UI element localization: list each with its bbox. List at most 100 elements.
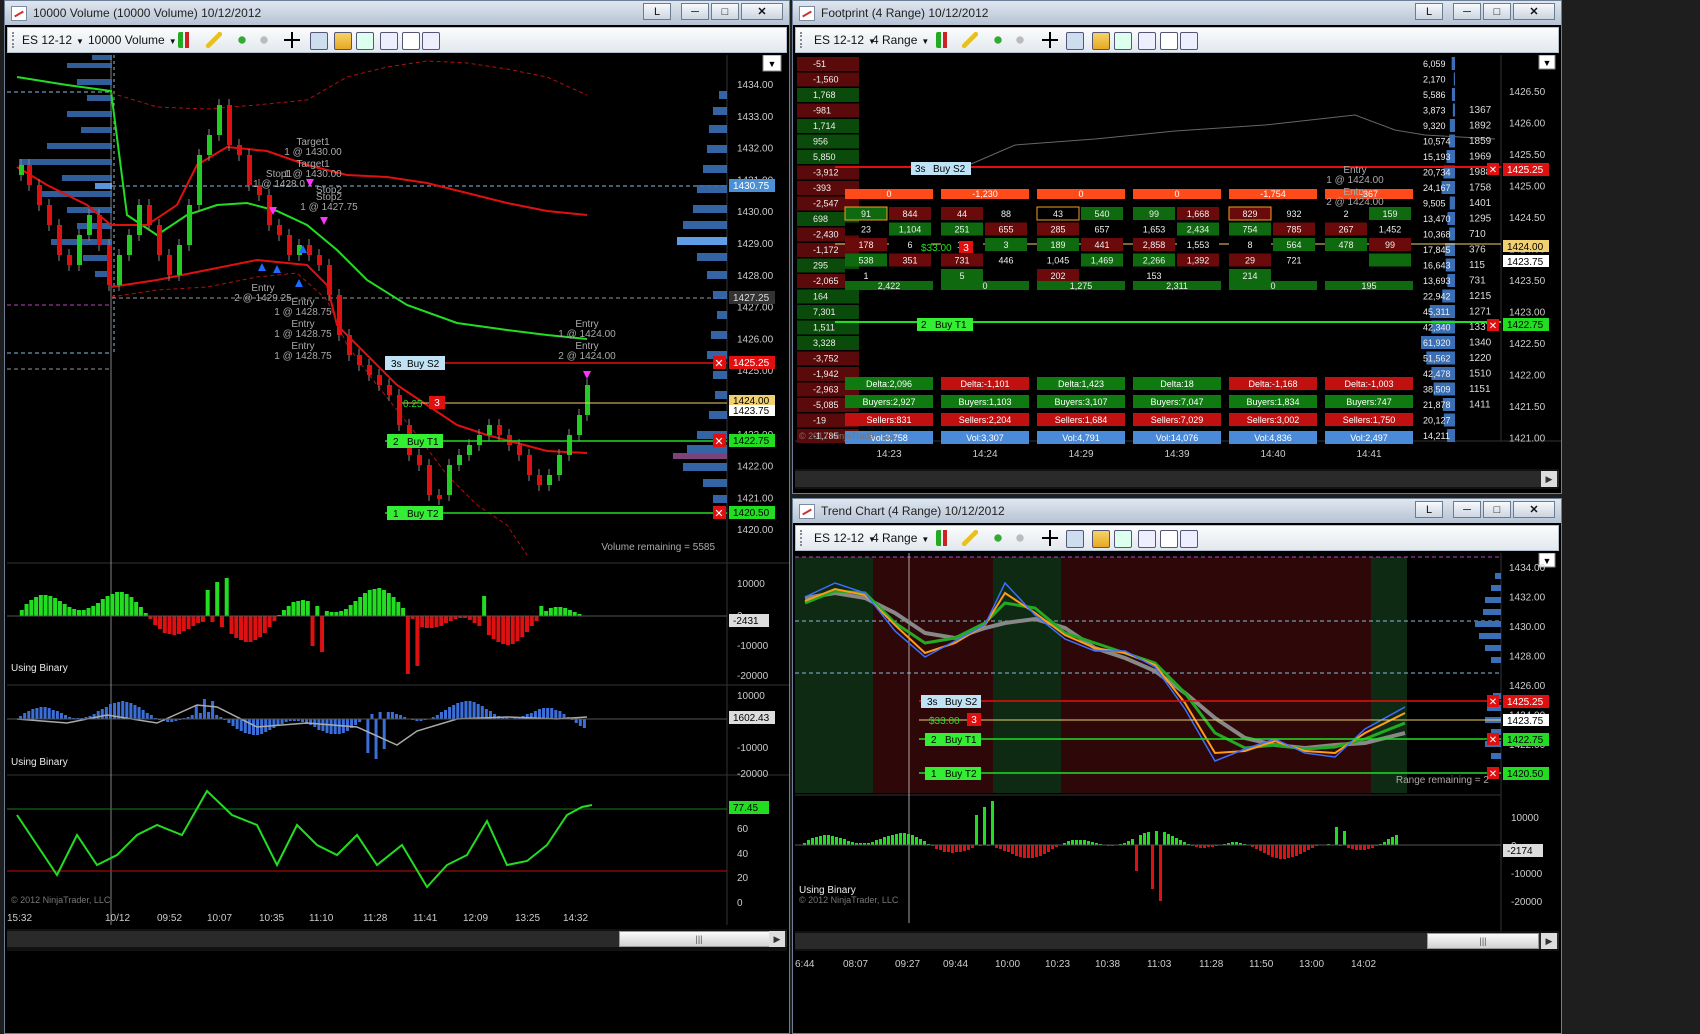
volume-chart-plot[interactable]: ▼ 3s Buy S2 0.25 3 2 Buy T1 1 Buy T2 ✕ ✕…	[7, 55, 789, 1005]
order-buy-t1[interactable]: 2 Buy T1	[925, 733, 981, 746]
close-button[interactable]: ✕	[1513, 3, 1555, 20]
bar-type-icon[interactable]	[936, 530, 952, 546]
volume-value: 1411	[1469, 400, 1491, 411]
crosshair-icon[interactable]	[1042, 32, 1058, 48]
minimize-button[interactable]: ─	[1453, 501, 1481, 518]
bar-type-icon[interactable]	[936, 32, 952, 48]
eraser-icon[interactable]	[256, 32, 272, 48]
link-button[interactable]: L	[643, 3, 671, 20]
drawing-tool-icon[interactable]	[990, 32, 1006, 48]
cancel-order-icon[interactable]: ✕	[713, 356, 726, 370]
title-bar[interactable]: Footprint (4 Range) 10/12/2012 L ─ □ ✕	[793, 1, 1561, 25]
title-bar[interactable]: 10000 Volume (10000 Volume) 10/12/2012 L…	[5, 1, 789, 25]
strategies-icon[interactable]	[380, 32, 398, 50]
period-selector[interactable]: 10000 Volume ▼	[88, 33, 177, 47]
volume-value: 61,920	[1423, 338, 1451, 348]
close-button[interactable]: ✕	[1513, 501, 1555, 518]
volume-chart-window[interactable]: 10000 Volume (10000 Volume) 10/12/2012 L…	[4, 0, 790, 1034]
minimize-button[interactable]: ─	[681, 3, 709, 20]
link-button[interactable]: L	[1415, 3, 1443, 20]
position-marker[interactable]: $33.00 3	[921, 241, 973, 254]
price-axis[interactable]: 1434.001433.001432.001431.001430.001429.…	[737, 80, 774, 536]
eraser-icon[interactable]	[1012, 32, 1028, 48]
copyright: © 2012 NinjaTrader, LLC	[799, 431, 899, 441]
cancel-order-icon[interactable]: ✕	[1487, 733, 1499, 746]
pencil-icon[interactable]	[206, 32, 222, 48]
trend-chart-window[interactable]: Trend Chart (4 Range) 10/12/2012 L ─ □ ✕…	[792, 498, 1562, 1034]
position-marker[interactable]: $33.00 3	[929, 713, 981, 727]
time-axis[interactable]: 6:44 08:07 09:27 09:44 10:00 10:23 10:38 11:03 1…	[795, 959, 1376, 970]
period-selector[interactable]: 4 Range ▼	[872, 531, 929, 545]
zoom-icon[interactable]	[310, 32, 328, 50]
toolbar-grip[interactable]	[12, 32, 17, 48]
cancel-order-icon[interactable]: ✕	[713, 434, 726, 448]
indicators-icon[interactable]	[356, 32, 374, 50]
time-axis[interactable]: 15:32 10/12 09:52 10:07 10:35 11:10 11:28 11:41…	[7, 913, 588, 924]
cancel-order-icon[interactable]: ✕	[713, 506, 726, 520]
pencil-icon[interactable]	[962, 530, 978, 546]
zoom-icon[interactable]	[1066, 530, 1084, 548]
link-button[interactable]: L	[1415, 501, 1443, 518]
maximize-button[interactable]: □	[1483, 501, 1511, 518]
candle-body	[237, 145, 242, 155]
title-bar[interactable]: Trend Chart (4 Range) 10/12/2012 L ─ □ ✕	[793, 499, 1561, 523]
minimize-button[interactable]: ─	[1453, 3, 1481, 20]
properties-icon[interactable]	[1092, 32, 1110, 50]
footprint-chart-window[interactable]: Footprint (4 Range) 10/12/2012 L ─ □ ✕ E…	[792, 0, 1562, 494]
crosshair-icon[interactable]	[1042, 530, 1058, 546]
order-buy-t2[interactable]: 1 Buy T2	[387, 506, 443, 520]
horizontal-scrollbar[interactable]: ||| ▶	[795, 931, 1559, 951]
data-box-icon[interactable]	[1160, 530, 1178, 548]
panel2-axis: 10000 0 -10000 -20000	[737, 691, 769, 780]
cancel-order-icon[interactable]: ✕	[1487, 695, 1499, 708]
order-buy-s2[interactable]: 3s Buy S2	[921, 695, 981, 708]
scroll-thumb[interactable]: |||	[619, 931, 779, 947]
chart-trader-icon[interactable]	[422, 32, 440, 50]
instrument-selector[interactable]: ES 12-12 ▼	[814, 531, 876, 545]
chart-trader-icon[interactable]	[1180, 530, 1198, 548]
cancel-order-icon[interactable]: ✕	[1487, 319, 1499, 332]
delta-value: 956	[813, 137, 828, 147]
toolbar-grip[interactable]	[800, 530, 805, 546]
scroll-right-arrow[interactable]: ▶	[1541, 471, 1557, 487]
chart-trader-icon[interactable]	[1180, 32, 1198, 50]
scroll-right-arrow[interactable]: ▶	[769, 931, 785, 947]
cancel-order-icon[interactable]: ✕	[1487, 163, 1499, 176]
scroll-right-arrow[interactable]: ▶	[1541, 933, 1557, 949]
order-buy-t1[interactable]: 2 Buy T1	[387, 434, 443, 448]
properties-icon[interactable]	[1092, 530, 1110, 548]
period-selector[interactable]: 4 Range ▼	[872, 33, 929, 47]
data-box-icon[interactable]	[402, 32, 420, 50]
eraser-icon[interactable]	[1012, 530, 1028, 546]
price-axis[interactable]: 1434.001432.001430.001428.001426.001424.…	[1509, 563, 1546, 781]
scroll-thumb[interactable]: |||	[1427, 933, 1539, 949]
maximize-button[interactable]: □	[711, 3, 739, 20]
horizontal-scrollbar[interactable]: ||| ▶	[7, 929, 787, 951]
maximize-button[interactable]: □	[1483, 3, 1511, 20]
close-button[interactable]: ✕	[741, 3, 783, 20]
horizontal-scrollbar[interactable]: ▶	[795, 469, 1559, 489]
time-axis[interactable]: 14:23 14:24 14:29 14:39 14:40 14:41	[876, 449, 1381, 460]
order-buy-t1[interactable]: 2 Buy T1	[917, 318, 973, 331]
candle-body	[227, 105, 232, 145]
instrument-selector[interactable]: ES 12-12 ▼	[814, 33, 876, 47]
footprint-plot[interactable]: ▼ -51 -1,560 1,768 -981 1,714 956 5,850 -3,912 -…	[795, 55, 1561, 465]
data-box-icon[interactable]	[1160, 32, 1178, 50]
instrument-selector[interactable]: ES 12-12 ▼	[22, 33, 84, 47]
drawing-tool-icon[interactable]	[990, 530, 1006, 546]
order-buy-s2[interactable]: 3s Buy S2	[385, 356, 445, 370]
indicators-icon[interactable]	[1114, 530, 1132, 548]
toolbar-grip[interactable]	[800, 32, 805, 48]
bar-type-icon[interactable]	[178, 32, 194, 48]
indicators-icon[interactable]	[1114, 32, 1132, 50]
order-buy-t2[interactable]: 1 Buy T2	[925, 767, 981, 780]
zoom-icon[interactable]	[1066, 32, 1084, 50]
strategies-icon[interactable]	[1138, 530, 1156, 548]
histogram-bar	[546, 708, 550, 719]
order-buy-s2[interactable]: 3s Buy S2	[911, 162, 971, 175]
pencil-icon[interactable]	[962, 32, 978, 48]
drawing-tool-icon[interactable]	[234, 32, 250, 48]
strategies-icon[interactable]	[1138, 32, 1156, 50]
properties-icon[interactable]	[334, 32, 352, 50]
crosshair-icon[interactable]	[284, 32, 300, 48]
